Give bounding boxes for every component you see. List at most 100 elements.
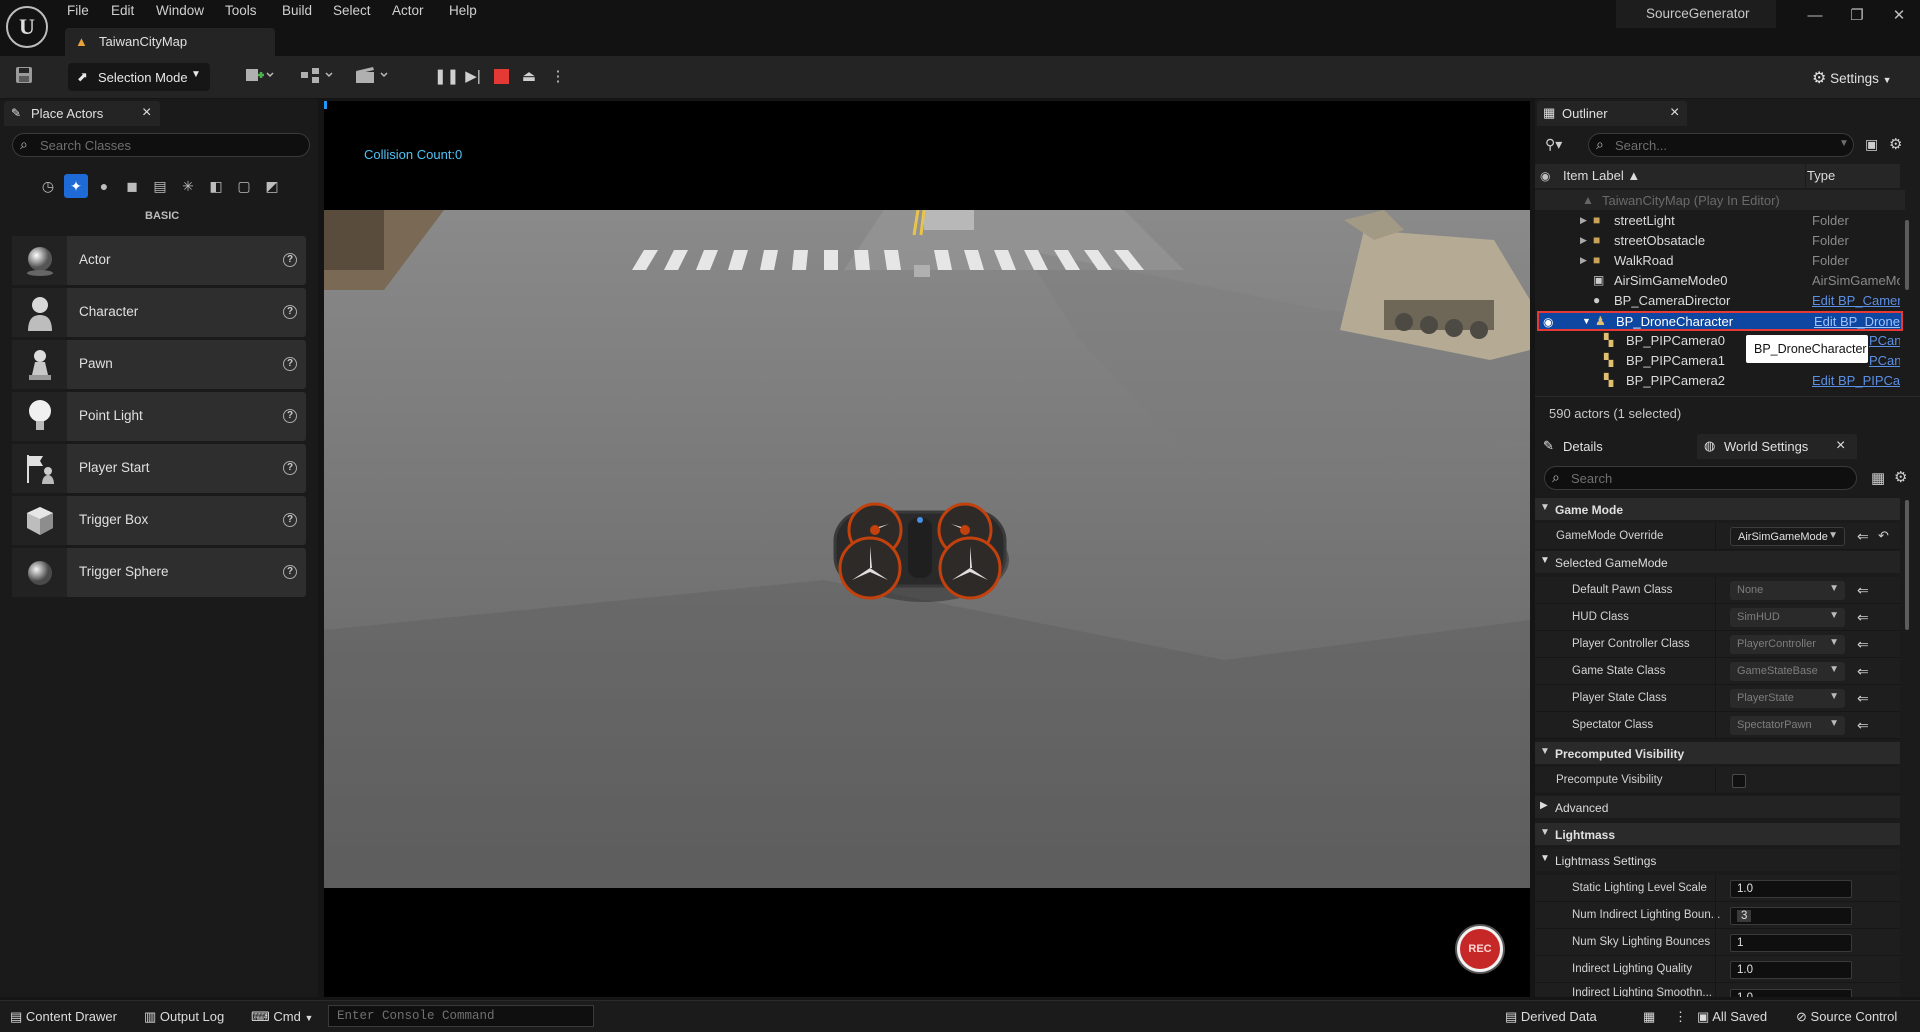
cinematics-icon[interactable] <box>355 66 391 89</box>
close-icon[interactable]: × <box>1670 104 1679 122</box>
settings-button[interactable]: ⚙ Settings ▼ <box>1812 68 1892 88</box>
save-icon[interactable] <box>15 66 33 89</box>
expand-arrow-icon[interactable]: ▶ <box>1580 215 1587 226</box>
restore-button[interactable]: ❐ <box>1842 4 1872 28</box>
shapes-icon[interactable]: ◼ <box>120 174 144 198</box>
basic-category-icon[interactable]: ✦ <box>64 174 88 198</box>
menu-build[interactable]: Build <box>282 3 312 18</box>
recent-icon[interactable]: ◷ <box>36 174 60 198</box>
section-precomputed-visibility[interactable]: ▼ Precomputed Visibility <box>1535 742 1900 764</box>
more-icon[interactable]: ⋮ <box>1674 1009 1687 1025</box>
actor-item-point-light[interactable]: Point Light ? <box>12 392 306 441</box>
actor-item-trigger-sphere[interactable]: Trigger Sphere ? <box>12 548 306 597</box>
game-state-dropdown[interactable]: GameStateBase ▼ <box>1730 662 1845 681</box>
gamemode-override-dropdown[interactable]: AirSimGameMode ▼ <box>1730 527 1845 546</box>
expand-arrow-icon[interactable]: ▶ <box>1580 255 1587 266</box>
section-game-mode[interactable]: ▼ Game Mode <box>1535 498 1900 520</box>
section-lightmass[interactable]: ▼ Lightmass <box>1535 823 1900 845</box>
all-saved-button[interactable]: ▣ All Saved <box>1697 1009 1767 1025</box>
cmd-dropdown[interactable]: ⌨ Cmd ▼ <box>251 1009 313 1025</box>
close-window-button[interactable]: ✕ <box>1884 4 1914 28</box>
derived-data-button[interactable]: ▤ Derived Data <box>1505 1009 1597 1025</box>
details-scrollbar[interactable] <box>1905 500 1909 630</box>
menu-edit[interactable]: Edit <box>111 3 134 18</box>
indirect-bounces-field[interactable]: 3 <box>1730 907 1852 925</box>
player-state-dropdown[interactable]: PlayerState ▼ <box>1730 689 1845 708</box>
browse-icon[interactable]: ⇐ <box>1857 528 1869 545</box>
outliner-row-actor[interactable]: ● BP_CameraDirector Edit BP_Camera <box>1535 290 1905 310</box>
actor-item-pawn[interactable]: Pawn ? <box>12 340 306 389</box>
menu-actor[interactable]: Actor <box>392 3 424 18</box>
minimize-button[interactable]: — <box>1800 4 1830 28</box>
output-log-button[interactable]: ▥ Output Log <box>144 1009 224 1025</box>
gear-icon[interactable]: ⚙ <box>1889 135 1902 153</box>
frame-advance-button[interactable]: ▶| <box>463 67 483 87</box>
details-search-input[interactable]: ⌕ Search <box>1544 466 1857 490</box>
details-tab[interactable]: ✎ Details <box>1537 434 1697 459</box>
help-icon[interactable]: ? <box>283 357 297 371</box>
volumes-icon[interactable]: ◧ <box>204 174 228 198</box>
player-controller-dropdown[interactable]: PlayerController ▼ <box>1730 635 1845 654</box>
actor-item-trigger-box[interactable]: Trigger Box ? <box>12 496 306 545</box>
place-actors-tab[interactable]: ✎ Place Actors × <box>4 101 160 126</box>
actor-item-actor[interactable]: Actor ? <box>12 236 306 285</box>
outliner-row-folder[interactable]: ▶ ■ streetObsatacle Folder <box>1535 230 1905 250</box>
expand-arrow-icon[interactable]: ▶ <box>1580 235 1587 246</box>
browse-icon[interactable]: ⇐ <box>1857 717 1869 734</box>
new-folder-icon[interactable]: ▣ <box>1865 136 1878 153</box>
console-input[interactable]: Enter Console Command <box>328 1005 594 1027</box>
add-actor-icon[interactable] <box>245 66 275 89</box>
selection-mode-dropdown[interactable]: ⬈ Selection Mode ▼ <box>68 63 210 91</box>
outliner-row-folder[interactable]: ▶ ■ WalkRoad Folder <box>1535 250 1905 270</box>
precompute-visibility-checkbox[interactable] <box>1732 774 1746 788</box>
eject-button[interactable]: ⏏ <box>519 67 539 87</box>
blueprint-icon[interactable] <box>300 66 336 89</box>
search-classes-input[interactable]: ⌕ Search Classes <box>12 133 310 157</box>
column-item-label[interactable]: Item Label ▲ <box>1563 168 1640 183</box>
browse-icon[interactable]: ⇐ <box>1857 690 1869 707</box>
actor-item-player-start[interactable]: Player Start ? <box>12 444 306 493</box>
help-icon[interactable]: ? <box>283 305 297 319</box>
collapse-arrow-icon[interactable]: ▼ <box>1582 316 1591 326</box>
help-icon[interactable]: ? <box>283 409 297 423</box>
pause-button[interactable]: ❚❚ <box>434 67 459 87</box>
eye-icon[interactable]: ◉ <box>1543 315 1553 329</box>
all-classes-icon[interactable]: ▢ <box>232 174 256 198</box>
row-type-link[interactable]: Edit BP_PIPCan <box>1812 373 1900 388</box>
section-lightmass-settings[interactable]: ▼ Lightmass Settings <box>1535 849 1900 871</box>
unreal-logo[interactable]: U <box>6 6 48 48</box>
indirect-quality-field[interactable]: 1.0 <box>1730 961 1852 979</box>
menu-help[interactable]: Help <box>449 3 477 18</box>
cinematic-icon[interactable]: ▤ <box>148 174 172 198</box>
outliner-row-world[interactable]: ▲ TaiwanCityMap (Play In Editor) <box>1535 190 1905 210</box>
outliner-row-folder[interactable]: ▶ ■ streetLight Folder <box>1535 210 1905 230</box>
close-icon[interactable]: × <box>1836 437 1845 455</box>
menu-tools[interactable]: Tools <box>225 3 257 18</box>
spectator-dropdown[interactable]: SpectatorPawn ▼ <box>1730 716 1845 735</box>
trace-icon[interactable]: ▦ <box>1643 1009 1655 1025</box>
row-type-link[interactable]: PCan <box>1869 353 1900 368</box>
menu-file[interactable]: File <box>67 3 89 18</box>
default-pawn-dropdown[interactable]: None ▼ <box>1730 581 1845 600</box>
table-view-icon[interactable]: ▦ <box>1871 469 1885 487</box>
outliner-search-input[interactable]: ⌕ Search... ▼ <box>1588 133 1854 157</box>
eye-icon[interactable]: ◉ <box>1540 169 1550 183</box>
gear-icon[interactable]: ⚙ <box>1894 468 1907 486</box>
outliner-scrollbar[interactable] <box>1905 220 1909 290</box>
menu-window[interactable]: Window <box>156 3 204 18</box>
column-type[interactable]: Type <box>1807 168 1835 183</box>
world-settings-tab[interactable]: ◍ World Settings × <box>1697 434 1857 459</box>
browse-icon[interactable]: ⇐ <box>1857 609 1869 626</box>
row-type-link[interactable]: PCan <box>1869 333 1900 348</box>
help-icon[interactable]: ? <box>283 565 297 579</box>
indirect-smoothness-field[interactable]: 1.0 <box>1730 989 1852 997</box>
actor-item-character[interactable]: Character ? <box>12 288 306 337</box>
close-icon[interactable]: × <box>142 104 151 122</box>
source-control-button[interactable]: ⊘ Source Control <box>1796 1009 1897 1025</box>
lights-icon[interactable]: ● <box>92 174 116 198</box>
outliner-row-actor[interactable]: ▣ AirSimGameMode0 AirSimGameMo <box>1535 270 1905 290</box>
scene-render[interactable] <box>324 210 1530 888</box>
visual-effects-icon[interactable]: ✳ <box>176 174 200 198</box>
menu-select[interactable]: Select <box>333 3 371 18</box>
map-tab[interactable]: ▲ TaiwanCityMap <box>65 28 275 56</box>
